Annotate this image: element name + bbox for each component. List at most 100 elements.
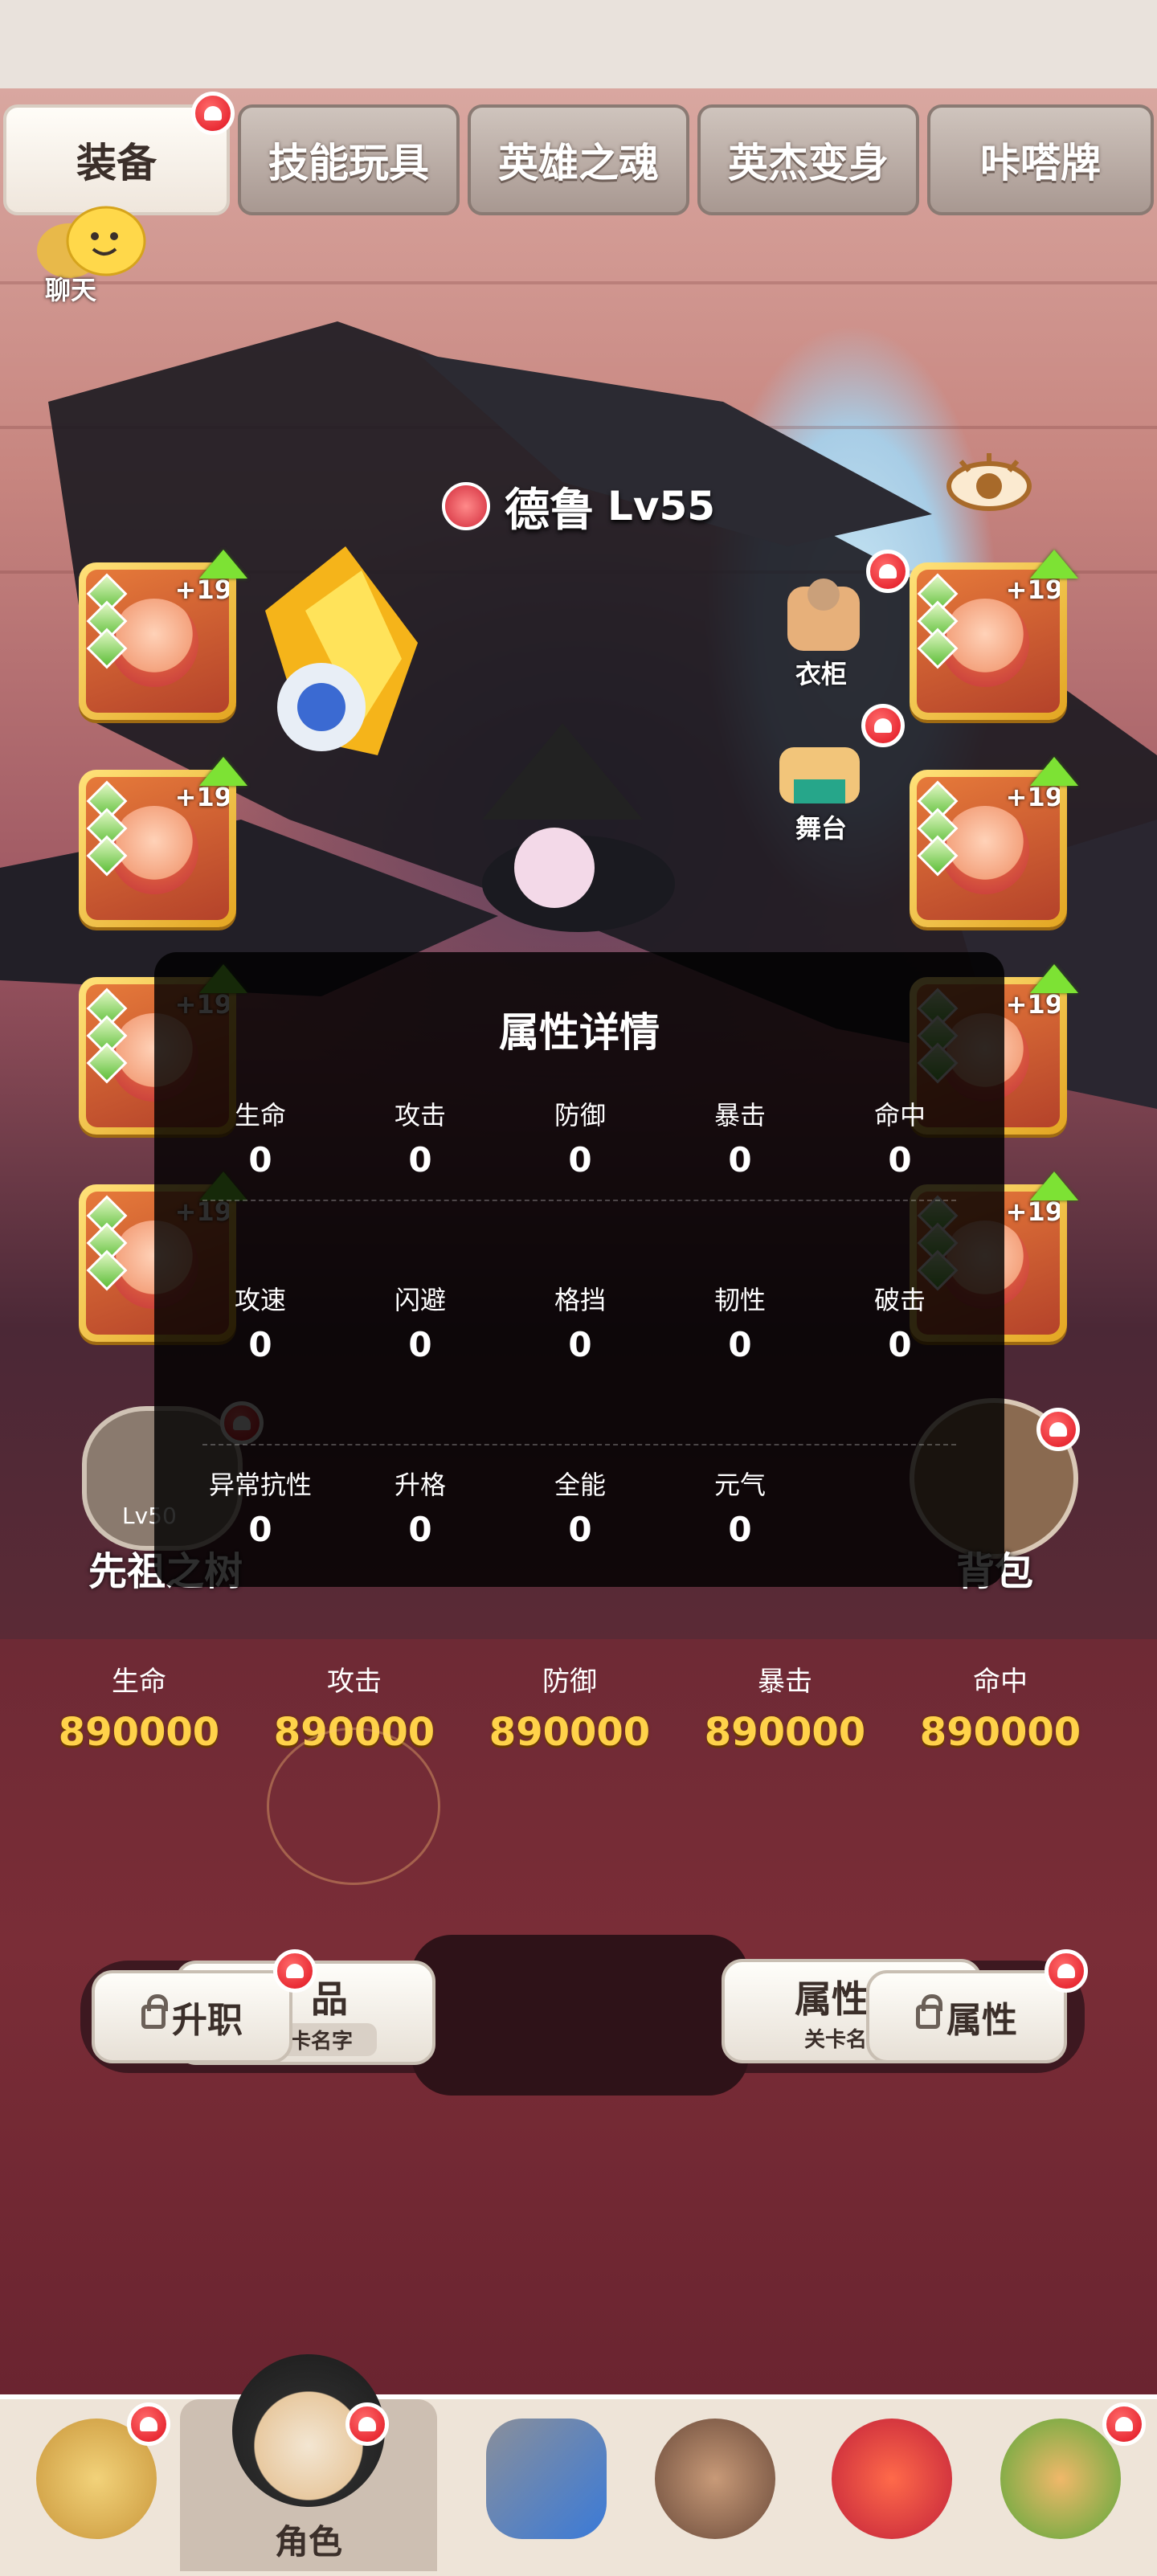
hero-class-icon bbox=[442, 482, 490, 530]
upgrade-arrow-icon bbox=[1030, 550, 1078, 579]
notification-badge-icon bbox=[345, 2402, 389, 2446]
chat-label: 聊天 bbox=[45, 275, 97, 305]
attr-label: 闪避 bbox=[394, 1285, 446, 1315]
attr-value: 0 bbox=[888, 1140, 912, 1180]
attribute-details-panel: 属性详情 生命 0 攻击 0 防御 0 暴击 0 命中 0 攻速 0 闪避 0 格挡 0 韧性 0… bbox=[154, 952, 1004, 1587]
notification-badge-icon bbox=[1045, 1949, 1088, 1993]
equipment-slot[interactable]: +19 bbox=[910, 757, 1078, 927]
equipment-level: +19 bbox=[174, 574, 229, 605]
stage-icon bbox=[779, 747, 860, 803]
attr-cell: 元气 0 bbox=[668, 1465, 812, 1549]
attr-cell: 破击 0 bbox=[828, 1280, 972, 1364]
notification-badge-icon bbox=[273, 1949, 317, 1993]
equipment-level: +19 bbox=[174, 782, 229, 812]
tab-skill-toys[interactable]: 技能玩具 bbox=[238, 104, 460, 215]
attr-label: 攻击 bbox=[394, 1100, 446, 1131]
stat-hit: 命中 890000 bbox=[916, 1659, 1085, 1755]
lock-icon bbox=[141, 1994, 168, 2029]
attr-cell: 韧性 0 bbox=[668, 1280, 812, 1364]
chat-button[interactable]: 聊天 bbox=[29, 201, 149, 305]
equipment-level: +19 bbox=[1005, 574, 1060, 605]
equipment-level: +19 bbox=[1005, 989, 1060, 1020]
notification-badge-icon bbox=[866, 550, 910, 593]
tab-equipment-label: 装备 bbox=[76, 140, 157, 186]
stat-hp: 生命 890000 bbox=[55, 1659, 223, 1755]
upgrade-arrow-icon bbox=[199, 550, 247, 579]
notification-badge-icon bbox=[191, 92, 235, 135]
hero-name: 德鲁 bbox=[505, 484, 595, 537]
sword-shield-icon bbox=[486, 2419, 607, 2539]
tab-hero-transform-label: 英杰变身 bbox=[728, 140, 889, 186]
attr-cell: 命中 0 bbox=[828, 1095, 972, 1180]
stat-value: 890000 bbox=[704, 1710, 866, 1755]
lock-icon bbox=[916, 1994, 942, 2029]
attr-value: 0 bbox=[568, 1510, 592, 1549]
nav-item-weapons[interactable] bbox=[450, 2402, 643, 2571]
attr-label: 攻速 bbox=[234, 1285, 286, 1315]
tab-click-cards[interactable]: 咔嗒牌 bbox=[927, 104, 1154, 215]
sparkle-effect bbox=[267, 1728, 440, 1885]
attr-label: 命中 bbox=[873, 1100, 926, 1131]
attr-value: 0 bbox=[408, 1140, 432, 1180]
notification-badge-icon bbox=[861, 704, 905, 747]
attr-value: 0 bbox=[888, 1325, 912, 1364]
nav-character-label: 角色 bbox=[274, 2522, 342, 2562]
tab-hero-soul[interactable]: 英雄之魂 bbox=[468, 104, 689, 215]
card-right-title: 属性 bbox=[795, 1977, 869, 2021]
attr-value: 0 bbox=[408, 1325, 432, 1364]
wardrobe-button[interactable]: 衣柜 bbox=[771, 570, 876, 691]
attr-cell: 全能 0 bbox=[508, 1465, 652, 1549]
toggle-view-eye-icon[interactable] bbox=[945, 450, 1033, 522]
tab-hero-transform[interactable]: 英杰变身 bbox=[697, 104, 919, 215]
panel-divider bbox=[202, 1200, 956, 1201]
guild-icon bbox=[1000, 2419, 1121, 2539]
attr-value: 0 bbox=[408, 1510, 432, 1549]
attr-label: 全能 bbox=[554, 1470, 606, 1500]
attr-label: 暴击 bbox=[713, 1100, 766, 1131]
equipment-level: +19 bbox=[1005, 1196, 1060, 1227]
equipment-slot[interactable]: +19 bbox=[79, 757, 247, 927]
attr-label: 升格 bbox=[394, 1470, 446, 1500]
card-left-title: 品 bbox=[311, 1977, 348, 2021]
nav-item-pet[interactable] bbox=[795, 2402, 988, 2571]
card-right-subtitle: 关卡名 bbox=[803, 2027, 867, 2052]
top-bar-background bbox=[0, 0, 1157, 88]
stage-button[interactable]: 舞台 bbox=[763, 731, 876, 852]
stat-label: 暴击 bbox=[758, 1666, 812, 1698]
attr-value: 0 bbox=[568, 1140, 592, 1180]
monk-hero-icon bbox=[655, 2419, 775, 2539]
red-dragon-icon bbox=[832, 2419, 952, 2539]
attribute-button[interactable]: 属性 bbox=[866, 1970, 1067, 2063]
stat-label: 攻击 bbox=[327, 1666, 382, 1698]
equipment-level: +19 bbox=[1005, 782, 1060, 812]
attr-value: 0 bbox=[728, 1325, 752, 1364]
promote-label: 升职 bbox=[172, 2000, 243, 2041]
attr-cell: 攻速 0 bbox=[188, 1280, 333, 1364]
nav-item-monk[interactable] bbox=[619, 2402, 812, 2571]
attribute-label: 属性 bbox=[946, 2000, 1017, 2041]
attr-label: 韧性 bbox=[713, 1285, 766, 1315]
wardrobe-icon bbox=[787, 579, 860, 651]
attr-value: 0 bbox=[248, 1140, 272, 1180]
promote-button[interactable]: 升职 bbox=[92, 1970, 292, 2063]
stat-value: 890000 bbox=[919, 1710, 1081, 1755]
equipment-slot[interactable]: +19 bbox=[910, 550, 1078, 720]
stat-label: 命中 bbox=[973, 1666, 1028, 1698]
stat-value: 890000 bbox=[58, 1710, 220, 1755]
stat-label: 生命 bbox=[112, 1666, 166, 1698]
hero-nameplate: 德鲁 Lv55 bbox=[442, 474, 715, 538]
notification-badge-icon bbox=[1102, 2402, 1146, 2446]
attr-label: 破击 bbox=[873, 1285, 926, 1315]
attr-label: 异常抗性 bbox=[208, 1470, 312, 1500]
stat-label: 防御 bbox=[542, 1666, 597, 1698]
panel-divider bbox=[202, 1444, 956, 1445]
equipment-slot[interactable]: +19 bbox=[79, 550, 247, 720]
attr-label: 生命 bbox=[234, 1100, 286, 1131]
attr-cell: 暴击 0 bbox=[668, 1095, 812, 1180]
stage-label: 舞台 bbox=[795, 813, 848, 844]
hero-level: Lv55 bbox=[607, 483, 716, 530]
upgrade-arrow-icon bbox=[199, 757, 247, 786]
attr-value: 0 bbox=[728, 1510, 752, 1549]
stat-defense: 防御 890000 bbox=[485, 1659, 654, 1755]
stat-crit: 暴击 890000 bbox=[701, 1659, 869, 1755]
